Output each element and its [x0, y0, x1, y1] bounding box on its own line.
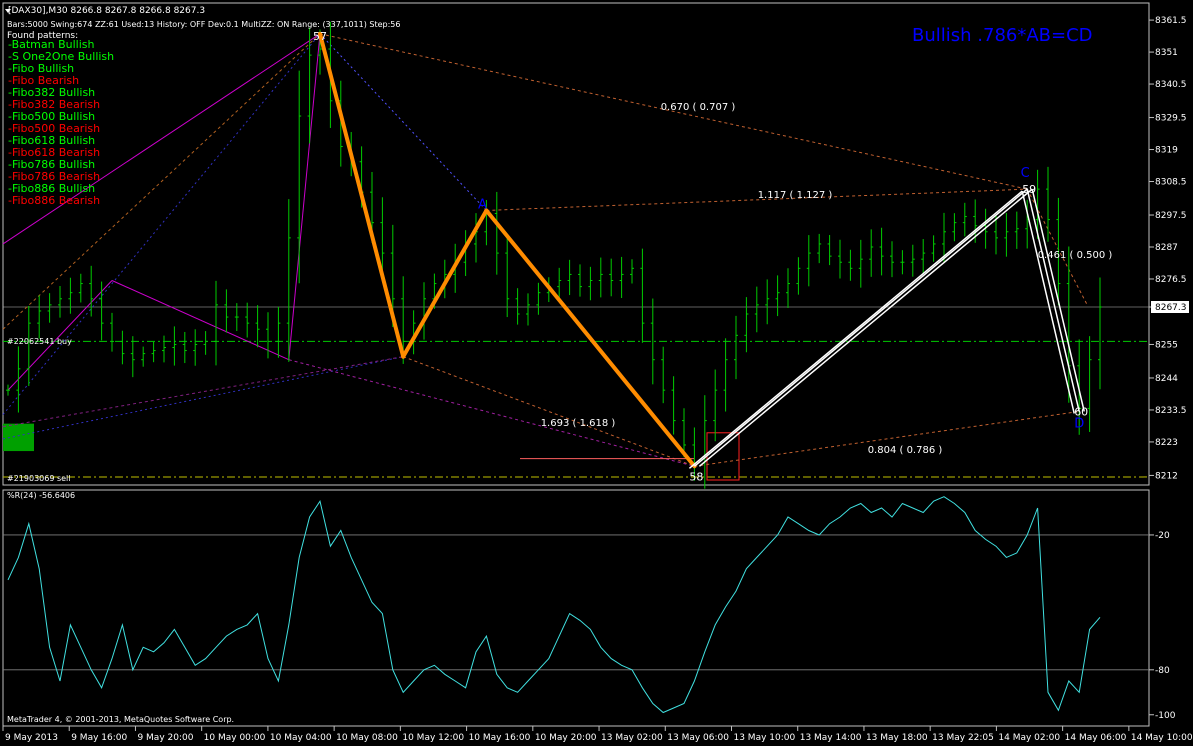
- price-tick-label: 8255: [1155, 340, 1178, 350]
- price-tick-label: 8340.5: [1155, 80, 1187, 90]
- pattern-marker: C: [1021, 166, 1030, 181]
- time-tick-label: 10 May 00:00: [204, 733, 266, 743]
- time-tick-label: 9 May 16:00: [71, 733, 127, 743]
- price-tick-label: 8244: [1155, 374, 1178, 384]
- price-tick-label: 8308.5: [1155, 178, 1187, 188]
- chart-background: [0, 0, 1193, 746]
- time-tick-label: 13 May 18:00: [866, 733, 928, 743]
- wpr-tick-label: -80: [1155, 666, 1170, 676]
- price-tick-label: 8329.5: [1155, 114, 1187, 124]
- pattern-marker: 58: [689, 470, 703, 483]
- time-tick-label: 13 May 14:00: [800, 733, 862, 743]
- copyright-label: MetaTrader 4, © 2001-2013, MetaQuotes So…: [7, 715, 234, 724]
- price-tick-label: 8267.3: [1155, 303, 1187, 313]
- price-tick-label: 8233.5: [1155, 406, 1187, 416]
- time-tick-label: 13 May 02:00: [601, 733, 663, 743]
- pattern-marker: D: [1074, 416, 1084, 431]
- ratio-label: 0.804 ( 0.786 ): [868, 445, 943, 456]
- time-tick-label: 14 May 10:00: [1131, 733, 1193, 743]
- signal-title: Bullish .786*AB=CD: [912, 25, 1093, 46]
- sell-order-label[interactable]: #21903069 sell: [7, 474, 71, 483]
- price-tick-label: 8287: [1155, 243, 1178, 253]
- time-tick-label: 10 May 16:00: [469, 733, 531, 743]
- time-tick-label: 13 May 06:00: [667, 733, 729, 743]
- time-tick-label: 10 May 20:00: [535, 733, 597, 743]
- wpr-tick-label: -20: [1155, 531, 1170, 541]
- price-tick-label: 8223: [1155, 438, 1178, 448]
- mt4-chart[interactable]: 8361.5 8351 8340.5 8329.5 8319 8308.5 8297.5 82…: [0, 0, 1193, 746]
- ratio-label: 0.461 ( 0.500 ): [1038, 250, 1113, 261]
- price-tick-label: 8319: [1155, 146, 1178, 156]
- price-tick-label: 8361.5: [1155, 16, 1187, 26]
- price-tick-label: 8297.5: [1155, 211, 1187, 221]
- pattern-marker: 57: [313, 30, 327, 43]
- time-tick-label: 9 May 2013: [5, 733, 58, 743]
- ratio-label: 1.117 ( 1.127 ): [758, 190, 833, 201]
- chart-info-line: Bars:5000 Swing:674 ZZ:61 Used:13 Histor…: [7, 20, 400, 29]
- time-tick-label: 9 May 20:00: [137, 733, 193, 743]
- price-tick-label: 8351: [1155, 48, 1178, 58]
- pattern-marker: 59: [1022, 183, 1036, 196]
- time-tick-label: 10 May 08:00: [336, 733, 398, 743]
- time-tick-label: 14 May 02:00: [998, 733, 1060, 743]
- pattern-marker: A: [478, 197, 487, 212]
- order-zone-box: [3, 423, 34, 452]
- buy-order-label[interactable]: #22062541 buy: [7, 337, 72, 346]
- chart-symbol-line: [DAX30],M30 8266.8 8267.8 8266.8 8267.3: [8, 6, 205, 16]
- time-tick-label: 13 May 10:00: [733, 733, 795, 743]
- time-tick-label: 14 May 06:00: [1065, 733, 1127, 743]
- ratio-label: 0.670 ( 0.707 ): [661, 102, 736, 113]
- price-tick-label: 8212: [1155, 471, 1178, 481]
- time-tick-label: 10 May 04:00: [270, 733, 332, 743]
- pattern-item: -Fibo886 Bearish: [8, 194, 100, 207]
- time-tick-label: 13 May 22:05: [932, 733, 994, 743]
- wpr-title: %R(24) -56.6406: [7, 491, 75, 500]
- wpr-tick-label: -100: [1155, 711, 1176, 721]
- time-tick-label: 10 May 12:00: [402, 733, 464, 743]
- ratio-label: 1.693 ( 1.618 ): [541, 418, 616, 429]
- price-tick-label: 8276.5: [1155, 275, 1187, 285]
